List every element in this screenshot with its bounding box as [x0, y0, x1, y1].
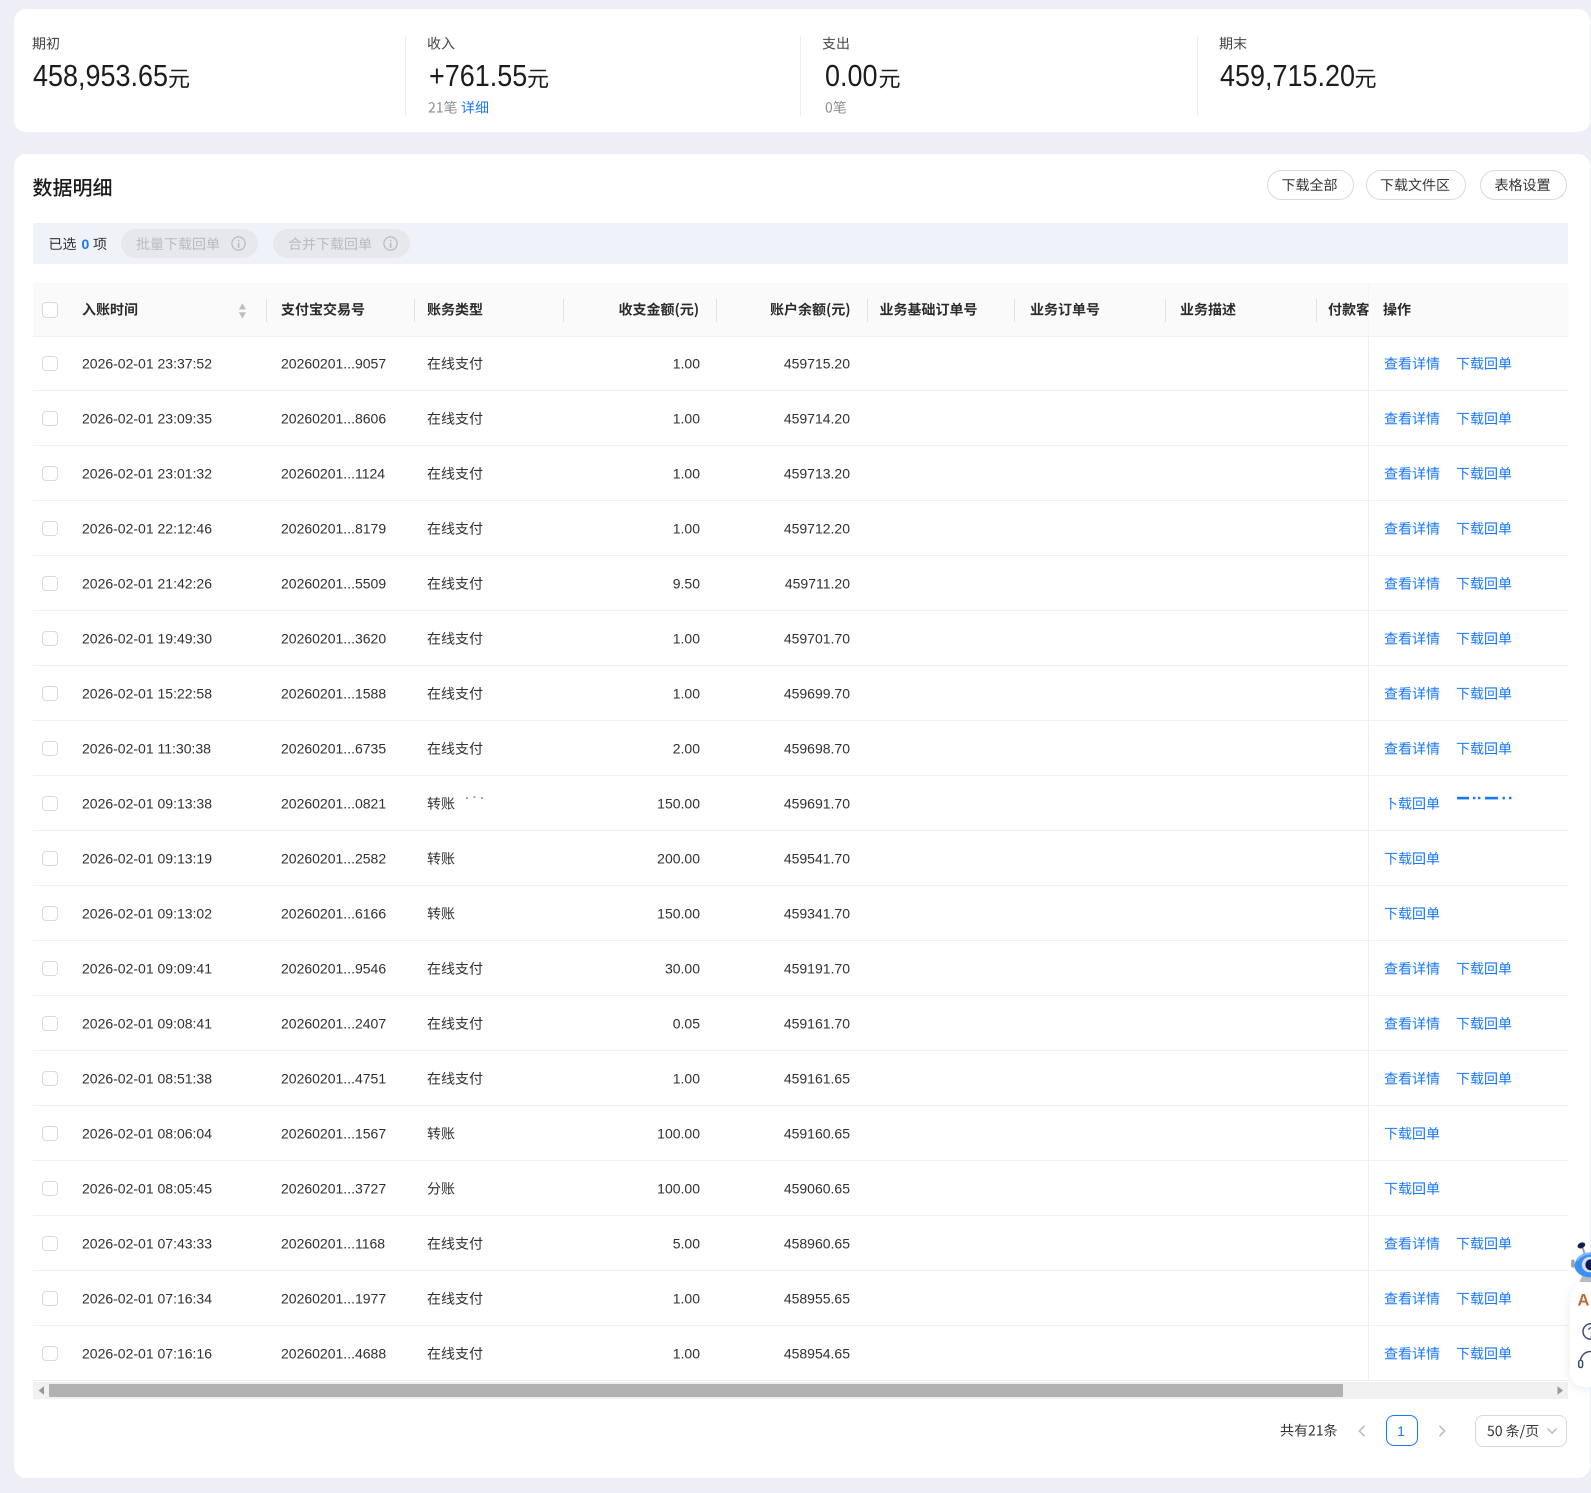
svg-text:2026-02-01 09:13:19: 2026-02-01 09:13:19: [82, 851, 212, 867]
svg-text:459191.70: 459191.70: [784, 961, 850, 977]
svg-text:459691.70: 459691.70: [784, 796, 850, 812]
svg-text:459715.20: 459715.20: [784, 356, 850, 372]
svg-text:2.00: 2.00: [673, 741, 700, 757]
svg-text:459541.70: 459541.70: [784, 851, 850, 867]
svg-text:1: 1: [1397, 1423, 1405, 1439]
svg-text:458955.65: 458955.65: [784, 1291, 850, 1307]
svg-text:459161.70: 459161.70: [784, 1016, 850, 1032]
svg-text:459701.70: 459701.70: [784, 631, 850, 647]
svg-text:1.00: 1.00: [673, 631, 700, 647]
svg-text:2026-02-01 07:43:33: 2026-02-01 07:43:33: [82, 1236, 212, 1252]
svg-text:0: 0: [82, 236, 90, 252]
svg-text:20260201...2407: 20260201...2407: [281, 1016, 386, 1032]
svg-text:2026-02-01 23:09:35: 2026-02-01 23:09:35: [82, 411, 212, 427]
svg-text:459161.65: 459161.65: [784, 1071, 850, 1087]
svg-text:20260201...8179: 20260201...8179: [281, 521, 386, 537]
svg-text:1.00: 1.00: [673, 356, 700, 372]
svg-text:20260201...2582: 20260201...2582: [281, 851, 386, 867]
svg-text:458960.65: 458960.65: [784, 1236, 850, 1252]
svg-text:A: A: [1578, 1292, 1590, 1310]
svg-text:2026-02-01 22:12:46: 2026-02-01 22:12:46: [82, 521, 212, 537]
svg-text:459160.65: 459160.65: [784, 1126, 850, 1142]
svg-text:1.00: 1.00: [673, 466, 700, 482]
svg-text:20260201...5509: 20260201...5509: [281, 576, 386, 592]
svg-text:459699.70: 459699.70: [784, 686, 850, 702]
svg-text:5.00: 5.00: [673, 1236, 700, 1252]
svg-text:20260201...0821: 20260201...0821: [281, 796, 386, 812]
svg-text:20260201...1124: 20260201...1124: [281, 466, 385, 482]
svg-text:459698.70: 459698.70: [784, 741, 850, 757]
svg-text:20260201...6166: 20260201...6166: [281, 906, 386, 922]
svg-text:2026-02-01 07:16:16: 2026-02-01 07:16:16: [82, 1346, 212, 1362]
svg-text:459711.20: 459711.20: [785, 576, 850, 592]
svg-text:20260201...3727: 20260201...3727: [281, 1181, 386, 1197]
svg-text:20260201...1168: 20260201...1168: [281, 1236, 385, 1252]
svg-text:2026-02-01 23:01:32: 2026-02-01 23:01:32: [82, 466, 212, 482]
svg-text:2026-02-01 09:13:38: 2026-02-01 09:13:38: [82, 796, 212, 812]
svg-text:2026-02-01 23:37:52: 2026-02-01 23:37:52: [82, 356, 212, 372]
svg-text:100.00: 100.00: [657, 1126, 700, 1142]
svg-text:1.00: 1.00: [673, 1071, 700, 1087]
svg-text:2026-02-01 19:49:30: 2026-02-01 19:49:30: [82, 631, 212, 647]
svg-text:458954.65: 458954.65: [784, 1346, 850, 1362]
svg-text:459341.70: 459341.70: [784, 906, 850, 922]
svg-text:30.00: 30.00: [665, 961, 700, 977]
svg-text:20260201...4751: 20260201...4751: [281, 1071, 386, 1087]
svg-text:150.00: 150.00: [657, 906, 700, 922]
svg-text:20260201...9546: 20260201...9546: [281, 961, 386, 977]
svg-text:20260201...3620: 20260201...3620: [281, 631, 386, 647]
svg-text:9.50: 9.50: [673, 576, 700, 592]
svg-text:1.00: 1.00: [673, 1291, 700, 1307]
svg-text:2026-02-01 21:42:26: 2026-02-01 21:42:26: [82, 576, 212, 592]
svg-text:20260201...1588: 20260201...1588: [281, 686, 386, 702]
svg-text:2026-02-01 15:22:58: 2026-02-01 15:22:58: [82, 686, 212, 702]
svg-text:20260201...6735: 20260201...6735: [281, 741, 386, 757]
svg-text:2026-02-01 09:13:02: 2026-02-01 09:13:02: [82, 906, 212, 922]
svg-text:20260201...8606: 20260201...8606: [281, 411, 386, 427]
svg-text:459712.20: 459712.20: [784, 521, 850, 537]
svg-text:2026-02-01 07:16:34: 2026-02-01 07:16:34: [82, 1291, 212, 1307]
svg-text:2026-02-01 09:09:41: 2026-02-01 09:09:41: [82, 961, 212, 977]
svg-text:20260201...1977: 20260201...1977: [281, 1291, 386, 1307]
svg-text:2026-02-01 09:08:41: 2026-02-01 09:08:41: [82, 1016, 212, 1032]
svg-text:20260201...1567: 20260201...1567: [281, 1126, 386, 1142]
svg-text:2026-02-01 08:51:38: 2026-02-01 08:51:38: [82, 1071, 212, 1087]
svg-text:458,953.65: 458,953.65: [33, 59, 168, 93]
svg-text:150.00: 150.00: [657, 796, 700, 812]
svg-text:2026-02-01 08:06:04: 2026-02-01 08:06:04: [82, 1126, 212, 1142]
svg-text:100.00: 100.00: [657, 1181, 700, 1197]
svg-text:1.00: 1.00: [673, 686, 700, 702]
svg-text:2026-02-01 08:05:45: 2026-02-01 08:05:45: [82, 1181, 212, 1197]
svg-text:1.00: 1.00: [673, 1346, 700, 1362]
svg-text:1.00: 1.00: [673, 411, 700, 427]
svg-text:459714.20: 459714.20: [784, 411, 850, 427]
svg-text:2026-02-01 11:30:38: 2026-02-01 11:30:38: [82, 741, 211, 757]
svg-text:20260201...9057: 20260201...9057: [281, 356, 386, 372]
svg-text:0.05: 0.05: [673, 1016, 700, 1032]
svg-text:+761.55: +761.55: [429, 59, 527, 93]
svg-text:459060.65: 459060.65: [784, 1181, 850, 1197]
svg-text:200.00: 200.00: [657, 851, 700, 867]
svg-text:1.00: 1.00: [673, 521, 700, 537]
svg-text:0.00: 0.00: [825, 59, 877, 93]
svg-text:20260201...4688: 20260201...4688: [281, 1346, 386, 1362]
svg-text:459713.20: 459713.20: [784, 466, 850, 482]
svg-text:459,715.20: 459,715.20: [1220, 59, 1355, 93]
